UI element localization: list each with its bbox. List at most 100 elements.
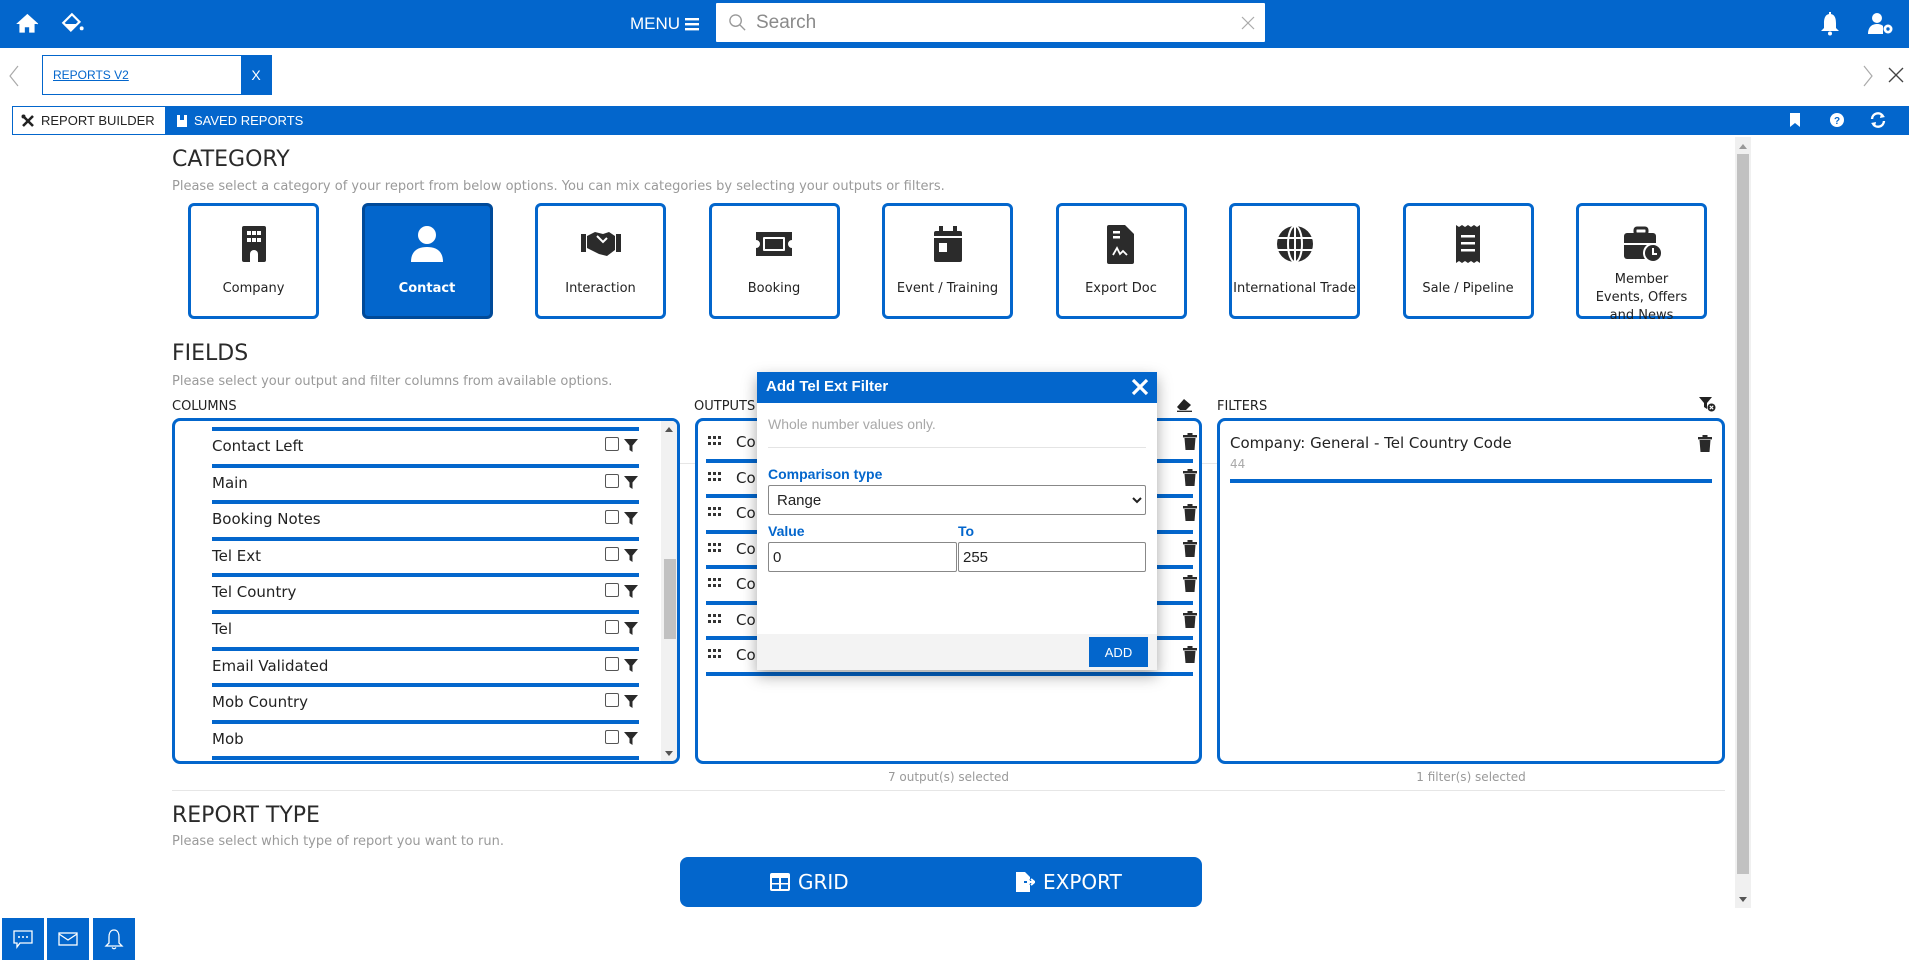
column-row[interactable]: Mob (212, 719, 639, 757)
output-checkbox[interactable] (605, 620, 619, 634)
trash-icon[interactable] (1183, 433, 1197, 450)
column-row[interactable]: Main (212, 463, 639, 501)
output-checkbox[interactable] (605, 729, 619, 744)
page-scroll-up-icon[interactable] (1739, 143, 1747, 149)
chat-button[interactable] (2, 918, 44, 960)
export-button[interactable]: EXPORT (1015, 857, 1122, 907)
close-tab-button[interactable]: X (241, 56, 271, 94)
trash-icon[interactable] (1183, 646, 1197, 663)
scroll-up-arrow-icon[interactable] (665, 426, 673, 432)
column-row[interactable]: Email Validated (212, 646, 639, 684)
filter-icon[interactable] (623, 730, 639, 746)
category-label: Export Doc (1085, 281, 1157, 296)
divider (768, 447, 1146, 448)
drag-handle-icon[interactable] (708, 471, 722, 482)
column-row[interactable]: Contact Left (212, 427, 639, 464)
drag-handle-icon[interactable] (708, 507, 722, 517)
trash-icon[interactable] (1183, 504, 1197, 521)
clear-filters-icon[interactable] (1698, 396, 1716, 412)
to-input[interactable] (958, 542, 1146, 572)
filter-row[interactable]: Company: General - Tel Country Code 44 (1230, 431, 1712, 483)
bookmark-icon[interactable] (1786, 111, 1804, 129)
clear-outputs-eraser-icon[interactable] (1176, 398, 1193, 412)
category-card-member-events-offers-and-news[interactable]: Member Events, Offers and News (1576, 203, 1707, 323)
output-checkbox[interactable] (605, 473, 619, 488)
output-checkbox[interactable] (605, 546, 619, 561)
refresh-icon[interactable] (1869, 111, 1887, 129)
category-card-booking[interactable]: Booking (708, 203, 840, 319)
category-label: Event / Training (896, 281, 999, 296)
tab-report-builder[interactable]: REPORT BUILDER (12, 106, 166, 135)
help-icon[interactable]: ? (1828, 111, 1846, 129)
tab-reports-v2-label[interactable]: REPORTS V2 (53, 68, 129, 82)
search-input[interactable] (756, 3, 1216, 42)
home-icon[interactable] (14, 11, 40, 37)
tab-reports-v2[interactable]: REPORTS V2 X (42, 55, 272, 95)
drag-handle-icon[interactable] (708, 436, 722, 446)
scroll-down-arrow-icon[interactable] (665, 751, 673, 757)
columns-scrollbar[interactable] (661, 421, 677, 761)
output-checkbox[interactable] (605, 693, 619, 708)
category-card-company[interactable]: Company (188, 203, 319, 319)
trash-icon[interactable] (1183, 610, 1197, 628)
trash-icon[interactable] (1698, 435, 1712, 452)
notifications-button[interactable] (93, 918, 135, 960)
filter-icon[interactable] (623, 437, 639, 453)
menu-button[interactable]: MENU (630, 10, 700, 38)
page-scrollbar[interactable] (1735, 137, 1751, 908)
filter-icon[interactable] (623, 693, 639, 709)
mail-button[interactable] (47, 918, 89, 960)
column-row[interactable]: Tel (212, 610, 639, 647)
modal-footer: ADD (757, 634, 1157, 670)
category-card-international-trade[interactable]: International Trade (1229, 203, 1360, 319)
paint-bucket-icon[interactable] (60, 11, 86, 37)
grid-button[interactable]: GRID (770, 857, 849, 907)
filter-icon[interactable] (623, 547, 639, 563)
category-card-sale-pipeline[interactable]: Sale / Pipeline (1402, 203, 1534, 319)
output-checkbox[interactable] (605, 510, 619, 525)
user-settings-icon[interactable] (1867, 11, 1895, 37)
filter-icon[interactable] (623, 583, 639, 599)
category-card-event-training[interactable]: Event / Training (882, 203, 1013, 319)
tab-saved-reports[interactable]: SAVED REPORTS (168, 106, 311, 135)
columns-scrollbar-thumb[interactable] (664, 559, 676, 639)
add-filter-modal: Add Tel Ext Filter Whole number values o… (757, 372, 1157, 670)
close-all-tabs-icon[interactable] (1888, 67, 1904, 83)
clear-search-icon[interactable] (1241, 16, 1255, 30)
drag-handle-icon[interactable] (708, 613, 722, 624)
filter-icon[interactable] (623, 510, 639, 526)
category-card-contact[interactable]: Contact (361, 203, 493, 319)
category-card-export-doc[interactable]: Export Doc (1055, 203, 1187, 319)
value-input[interactable] (768, 542, 957, 572)
output-checkbox[interactable] (605, 437, 619, 451)
output-checkbox[interactable] (605, 656, 619, 671)
page-scrollbar-thumb[interactable] (1737, 154, 1749, 874)
filter-icon[interactable] (623, 620, 639, 636)
close-icon[interactable] (1129, 376, 1151, 398)
drag-handle-icon[interactable] (708, 649, 722, 659)
drag-handle-icon[interactable] (708, 542, 722, 553)
trash-icon[interactable] (1183, 468, 1197, 486)
filter-value: 44 (1230, 457, 1246, 471)
comparison-type-select[interactable]: Range (768, 485, 1146, 515)
filter-icon[interactable] (623, 474, 639, 490)
drag-handle-icon[interactable] (708, 578, 722, 588)
filter-icon[interactable] (623, 657, 639, 673)
trash-icon[interactable] (1183, 539, 1197, 557)
tab-scroll-right-icon[interactable] (1862, 65, 1874, 87)
output-checkbox[interactable] (605, 583, 619, 598)
fields-title-heading: FIELDS (172, 341, 249, 366)
column-row[interactable]: Booking Notes (212, 500, 639, 537)
add-filter-button[interactable]: ADD (1089, 637, 1148, 667)
column-row[interactable]: Tel Ext (212, 536, 639, 574)
column-row[interactable]: Mob Country (212, 683, 639, 720)
column-row[interactable]: Tel Country (212, 573, 639, 610)
document-signature-icon (1099, 222, 1143, 266)
tab-scroll-left-icon[interactable] (8, 65, 20, 87)
output-label: Co (736, 468, 756, 487)
trash-icon[interactable] (1183, 575, 1197, 592)
bell-icon[interactable] (1818, 11, 1844, 37)
page-scroll-down-icon[interactable] (1739, 897, 1747, 903)
category-card-interaction[interactable]: Interaction (535, 203, 666, 319)
report-builder-label: REPORT BUILDER (41, 113, 155, 128)
